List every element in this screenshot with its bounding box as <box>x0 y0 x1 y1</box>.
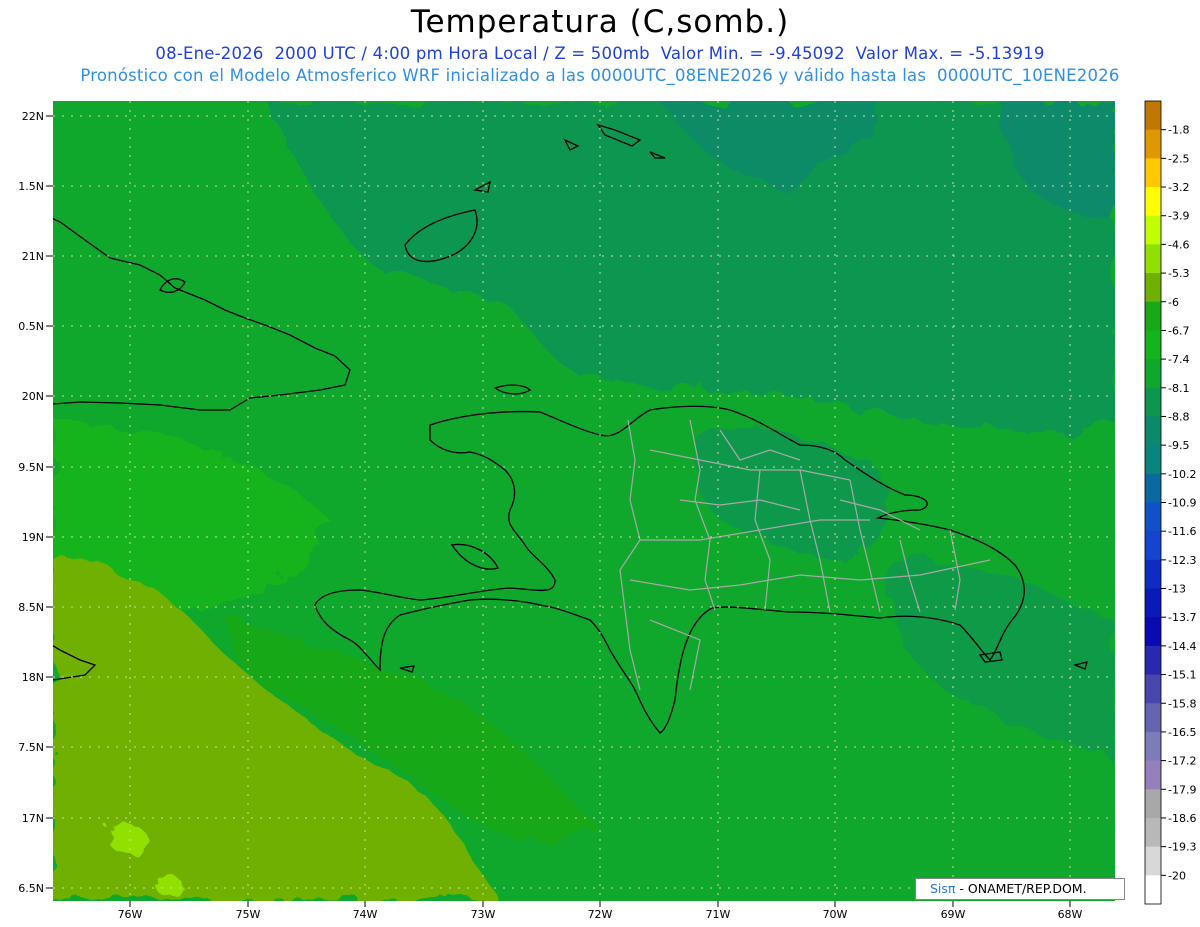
colorbar-label: -8.8 <box>1168 410 1189 423</box>
colorbar-swatch <box>1145 273 1161 303</box>
colorbar-swatch <box>1145 301 1161 331</box>
lon-label: 69W <box>941 908 966 921</box>
colorbar-label: -11.6 <box>1168 525 1196 538</box>
sispi-logo: Sisπ <box>930 881 956 896</box>
lat-label: 8.5N <box>18 601 44 614</box>
colorbar-label: -16.5 <box>1168 726 1196 739</box>
colorbar-label: -6.7 <box>1168 324 1189 337</box>
lon-label: 74W <box>353 908 378 921</box>
colorbar-swatch <box>1145 416 1161 446</box>
colorbar-swatch <box>1145 588 1161 618</box>
colorbar-label: -6 <box>1168 296 1179 309</box>
lon-label: 72W <box>588 908 613 921</box>
colorbar-swatch <box>1145 359 1161 389</box>
colorbar-label: -12.3 <box>1168 554 1196 567</box>
colorbar-swatch <box>1145 875 1161 905</box>
lon-label: 71W <box>706 908 731 921</box>
colorbar-label: -10.9 <box>1168 497 1196 510</box>
lat-label: 1.5N <box>18 180 44 193</box>
colorbar-swatch <box>1145 244 1161 274</box>
colorbar-label: -13 <box>1168 583 1186 596</box>
colorbar-swatch <box>1145 674 1161 704</box>
colorbar-label: -18.6 <box>1168 812 1196 825</box>
lon-label: 76W <box>118 908 143 921</box>
colorbar-label: -14.4 <box>1168 640 1196 653</box>
colorbar-label: -13.7 <box>1168 611 1196 624</box>
colorbar-swatch <box>1145 559 1161 590</box>
colorbar-swatch <box>1145 817 1161 848</box>
lat-label: 6.5N <box>18 882 44 895</box>
colorbar-label: -9.5 <box>1168 439 1189 452</box>
colorbar-swatch <box>1145 187 1161 217</box>
colorbar-swatch <box>1145 760 1161 790</box>
lon-label: 75W <box>236 908 261 921</box>
temperature-map: 22N 1.5N 21N 0.5N 20N 9.5N 19N 8.5N 18N 7.5N 17N 6.… <box>18 100 1196 921</box>
colorbar-swatch <box>1145 330 1161 360</box>
colorbar-label: -3.9 <box>1168 210 1189 223</box>
colorbar-swatch <box>1145 473 1161 503</box>
colorbar-swatch <box>1145 731 1161 762</box>
colorbar-swatch <box>1145 703 1161 733</box>
credit-text: - ONAMET/REP.DOM. <box>955 881 1087 896</box>
lat-label: 17N <box>22 812 44 825</box>
colorbar-label: -8.1 <box>1168 382 1189 395</box>
colorbar-label: -5.3 <box>1168 267 1189 280</box>
colorbar-label: -20 <box>1168 869 1186 882</box>
lon-label: 70W <box>823 908 848 921</box>
lat-label: 19N <box>22 531 44 544</box>
colorbar-swatch <box>1145 215 1161 245</box>
colorbar-swatch <box>1145 645 1161 676</box>
lat-label: 9.5N <box>18 461 44 474</box>
lat-label: 22N <box>22 110 44 123</box>
colorbar-swatch <box>1145 502 1161 532</box>
colorbar-swatch <box>1145 445 1161 475</box>
lat-label: 0.5N <box>18 320 44 333</box>
lat-label: 7.5N <box>18 741 44 754</box>
colorbar-label: -7.4 <box>1168 353 1189 366</box>
colorbar-swatch <box>1145 617 1161 647</box>
colorbar-swatch <box>1145 387 1161 417</box>
credit-box: Sisπ - ONAMET/REP.DOM. <box>915 878 1125 900</box>
lon-label: 73W <box>471 908 496 921</box>
colorbar-label: -3.2 <box>1168 181 1189 194</box>
colorbar-swatch <box>1145 789 1161 819</box>
colorbar-swatch <box>1145 846 1161 876</box>
colorbar-label: -2.5 <box>1168 152 1189 165</box>
lat-label: 21N <box>22 250 44 263</box>
colorbar-label: -15.1 <box>1168 669 1196 682</box>
lat-label: 20N <box>22 390 44 403</box>
lat-label: 18N <box>22 671 44 684</box>
colorbar-swatch <box>1145 129 1161 159</box>
colorbar-label: -17.9 <box>1168 783 1196 796</box>
colorbar-swatch <box>1145 158 1161 188</box>
colorbar-label: -17.2 <box>1168 755 1196 768</box>
colorbar-label: -1.8 <box>1168 124 1189 137</box>
colorbar-swatch <box>1145 101 1161 131</box>
colorbar-swatch <box>1145 531 1161 561</box>
lon-label: 68W <box>1058 908 1083 921</box>
colorbar-label: -19.3 <box>1168 841 1196 854</box>
colorbar-label: -4.6 <box>1168 238 1189 251</box>
shaded-field <box>53 101 1115 901</box>
colorbar-label: -10.2 <box>1168 468 1196 481</box>
colorbar: -1.8 -2.5 -3.2 -3.9 -4.6 -5.3 -6 -6.7 -7.4 -8.1 -8… <box>1144 100 1196 905</box>
colorbar-label: -15.8 <box>1168 697 1196 710</box>
